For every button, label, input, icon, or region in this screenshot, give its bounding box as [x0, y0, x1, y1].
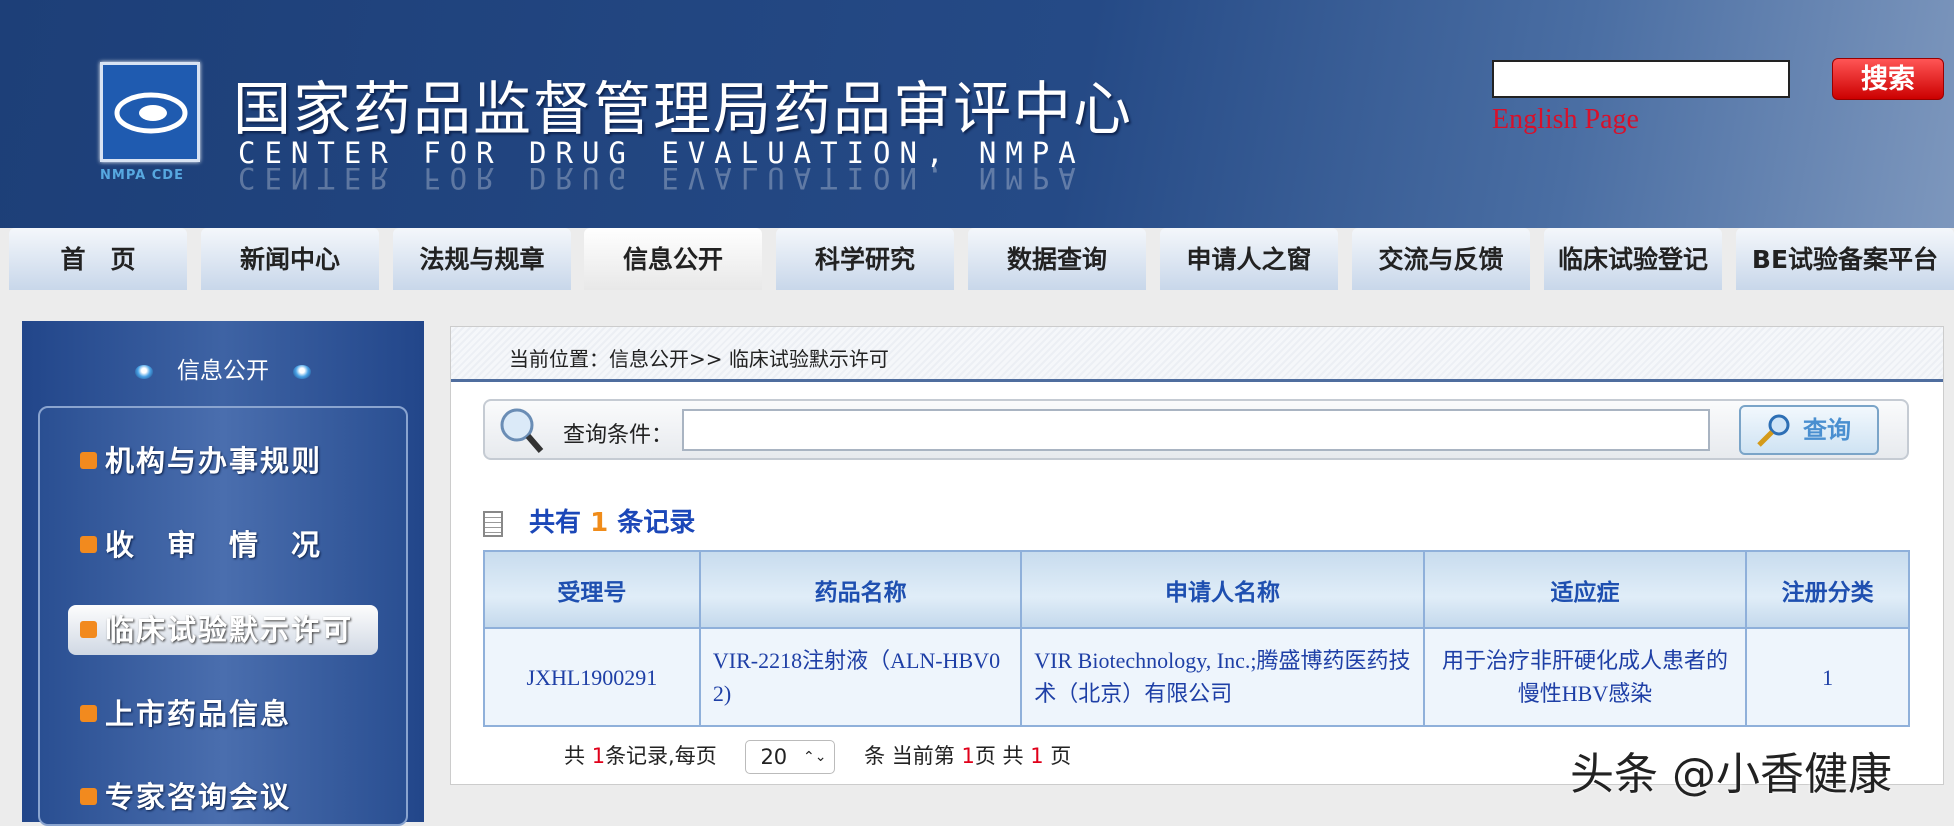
sidebar-menu: 机构与办事规则 收 审 情 况 临床试验默示许可 上市药品信息 专家咨询会议	[38, 406, 408, 826]
sidebar-item-marketed[interactable]: 上市药品信息	[80, 689, 291, 739]
rss-icon	[80, 451, 97, 469]
results-table: 受理号 药品名称 申请人名称 适应症 注册分类 JXHL1900291 VIR-…	[483, 550, 1910, 727]
site-search-button[interactable]: 搜索	[1832, 58, 1944, 100]
nmpa-logo[interactable]	[100, 62, 200, 162]
records-count: 共有 1 条记录	[483, 502, 695, 539]
query-bar: 查询条件： 查询	[483, 399, 1909, 460]
logo-caption: NMPA CDE	[100, 168, 184, 183]
nav-tab-applicant[interactable]: 申请人之窗	[1160, 228, 1338, 290]
col-header-accept-no: 受理号	[483, 550, 701, 629]
rss-icon	[80, 704, 97, 722]
query-label: 查询条件：	[563, 423, 674, 448]
col-header-drug-name: 药品名称	[698, 550, 1023, 629]
sidebar-item-experts[interactable]: 专家咨询会议	[80, 772, 291, 822]
list-icon	[483, 510, 503, 537]
nav-tab-be[interactable]: BE试验备案平台	[1736, 228, 1954, 290]
col-header-category: 注册分类	[1745, 550, 1910, 629]
magnifier-icon	[1757, 414, 1790, 447]
sidebar-item-rules[interactable]: 机构与办事规则	[80, 436, 322, 486]
watermark: 头条 @小香健康	[1570, 749, 1892, 800]
magnifier-icon	[500, 408, 544, 453]
english-page-link[interactable]: English Page	[1492, 104, 1639, 136]
rss-icon	[80, 620, 97, 638]
nav-tab-regulations[interactable]: 法规与规章	[393, 228, 571, 290]
site-header: NMPA CDE 国家药品监督管理局药品审评中心 CENTER FOR DRUG…	[0, 0, 1954, 228]
site-title-cn: 国家药品监督管理局药品审评中心	[233, 75, 1134, 143]
bullet-icon	[293, 364, 311, 379]
nav-tab-news[interactable]: 新闻中心	[201, 228, 379, 290]
cell-drug-name[interactable]: VIR-2218注射液（ALN-HBV02)	[698, 627, 1023, 727]
sidebar-item-review[interactable]: 收 审 情 况	[80, 520, 322, 570]
breadcrumb-bar: 当前位置：信息公开>> 临床试验默示许可	[451, 327, 1943, 382]
col-header-indication: 适应症	[1422, 550, 1748, 629]
query-input[interactable]	[682, 409, 1710, 451]
main-panel: 当前位置：信息公开>> 临床试验默示许可 查询条件： 查询 共有 1 条记录 受…	[450, 326, 1944, 785]
cell-applicant[interactable]: VIR Biotechnology, Inc.;腾盛博药医药技术（北京）有限公司	[1020, 627, 1425, 727]
rss-icon	[80, 787, 97, 805]
query-button[interactable]: 查询	[1739, 405, 1879, 455]
table-header-row: 受理号 药品名称 申请人名称 适应症 注册分类	[483, 550, 1910, 629]
col-header-applicant: 申请人名称	[1020, 550, 1425, 629]
nav-tab-data[interactable]: 数据查询	[968, 228, 1146, 290]
nav-tab-clinical[interactable]: 临床试验登记	[1544, 228, 1722, 290]
nav-tab-home[interactable]: 首 页	[9, 228, 187, 290]
sidebar-title: 信息公开	[22, 351, 424, 385]
sidebar: 信息公开 机构与办事规则 收 审 情 况 临床试验默示许可 上市药品信息 专家咨…	[22, 321, 424, 826]
cell-category[interactable]: 1	[1745, 627, 1910, 727]
breadcrumb: 当前位置：信息公开>> 临床试验默示许可	[509, 347, 889, 371]
cell-indication[interactable]: 用于治疗非肝硬化成人患者的慢性HBV感染	[1422, 627, 1748, 727]
pagination: 共 1条记录,每页 20 ⌃⌄ 条 当前第 1页 共 1 页	[564, 740, 1071, 774]
cell-accept-no[interactable]: JXHL1900291	[483, 627, 701, 727]
nav-tab-feedback[interactable]: 交流与反馈	[1352, 228, 1530, 290]
main-nav: 首 页 新闻中心 法规与规章 信息公开 科学研究 数据查询 申请人之窗 交流与反…	[0, 228, 1954, 290]
page-size-select[interactable]: 20 ⌃⌄	[745, 740, 836, 774]
sidebar-item-clinical-permit[interactable]: 临床试验默示许可	[68, 605, 378, 655]
chevron-updown-icon: ⌃⌄	[802, 749, 827, 765]
table-row[interactable]: JXHL1900291 VIR-2218注射液（ALN-HBV02) VIR B…	[483, 627, 1910, 727]
site-search-input[interactable]	[1492, 60, 1790, 98]
site-title-reflection: CENTER FOR DRUG EVALUATION, NMPA	[238, 161, 1085, 195]
rss-icon	[80, 535, 97, 553]
nav-tab-info[interactable]: 信息公开	[584, 228, 762, 290]
bullet-icon	[135, 364, 153, 379]
nav-tab-research[interactable]: 科学研究	[776, 228, 954, 290]
